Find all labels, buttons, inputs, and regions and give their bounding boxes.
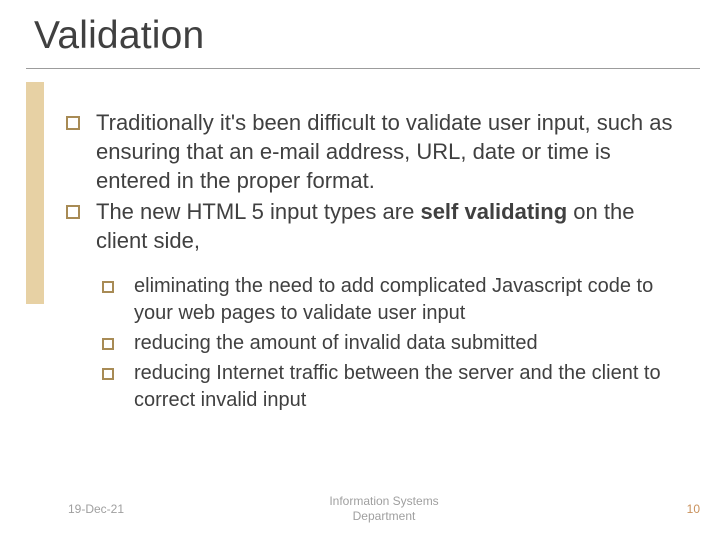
slide: Validation Traditionally it's been diffi… bbox=[0, 0, 720, 540]
title-container: Validation bbox=[26, 14, 700, 69]
bullet-item: Traditionally it's been difficult to val… bbox=[64, 108, 690, 195]
bullet-text-bold: self validating bbox=[420, 199, 567, 224]
footer-center: Information Systems Department bbox=[329, 494, 438, 524]
bullet-list: Traditionally it's been difficult to val… bbox=[64, 108, 690, 255]
sub-bullet-text: reducing Internet traffic between the se… bbox=[134, 362, 661, 410]
bullet-text: Traditionally it's been difficult to val… bbox=[96, 110, 673, 193]
accent-bar bbox=[26, 82, 44, 304]
footer: 19-Dec-21 Information Systems Department… bbox=[68, 492, 700, 526]
slide-title: Validation bbox=[34, 14, 700, 58]
sub-bullet-list: eliminating the need to add complicated … bbox=[96, 273, 690, 413]
footer-center-line1: Information Systems bbox=[329, 494, 438, 509]
content-area: Traditionally it's been difficult to val… bbox=[64, 108, 690, 417]
page-number: 10 bbox=[687, 502, 700, 516]
footer-date: 19-Dec-21 bbox=[68, 502, 124, 516]
sub-bullet-text: eliminating the need to add complicated … bbox=[134, 275, 653, 323]
footer-center-line2: Department bbox=[329, 509, 438, 524]
sub-bullet-text: reducing the amount of invalid data subm… bbox=[134, 332, 538, 354]
bullet-text-prefix: The new HTML 5 input types are bbox=[96, 199, 420, 224]
sub-bullet-item: reducing Internet traffic between the se… bbox=[96, 360, 690, 413]
sub-bullet-item: reducing the amount of invalid data subm… bbox=[96, 330, 690, 356]
sub-bullet-item: eliminating the need to add complicated … bbox=[96, 273, 690, 326]
bullet-item: The new HTML 5 input types are self vali… bbox=[64, 197, 690, 255]
